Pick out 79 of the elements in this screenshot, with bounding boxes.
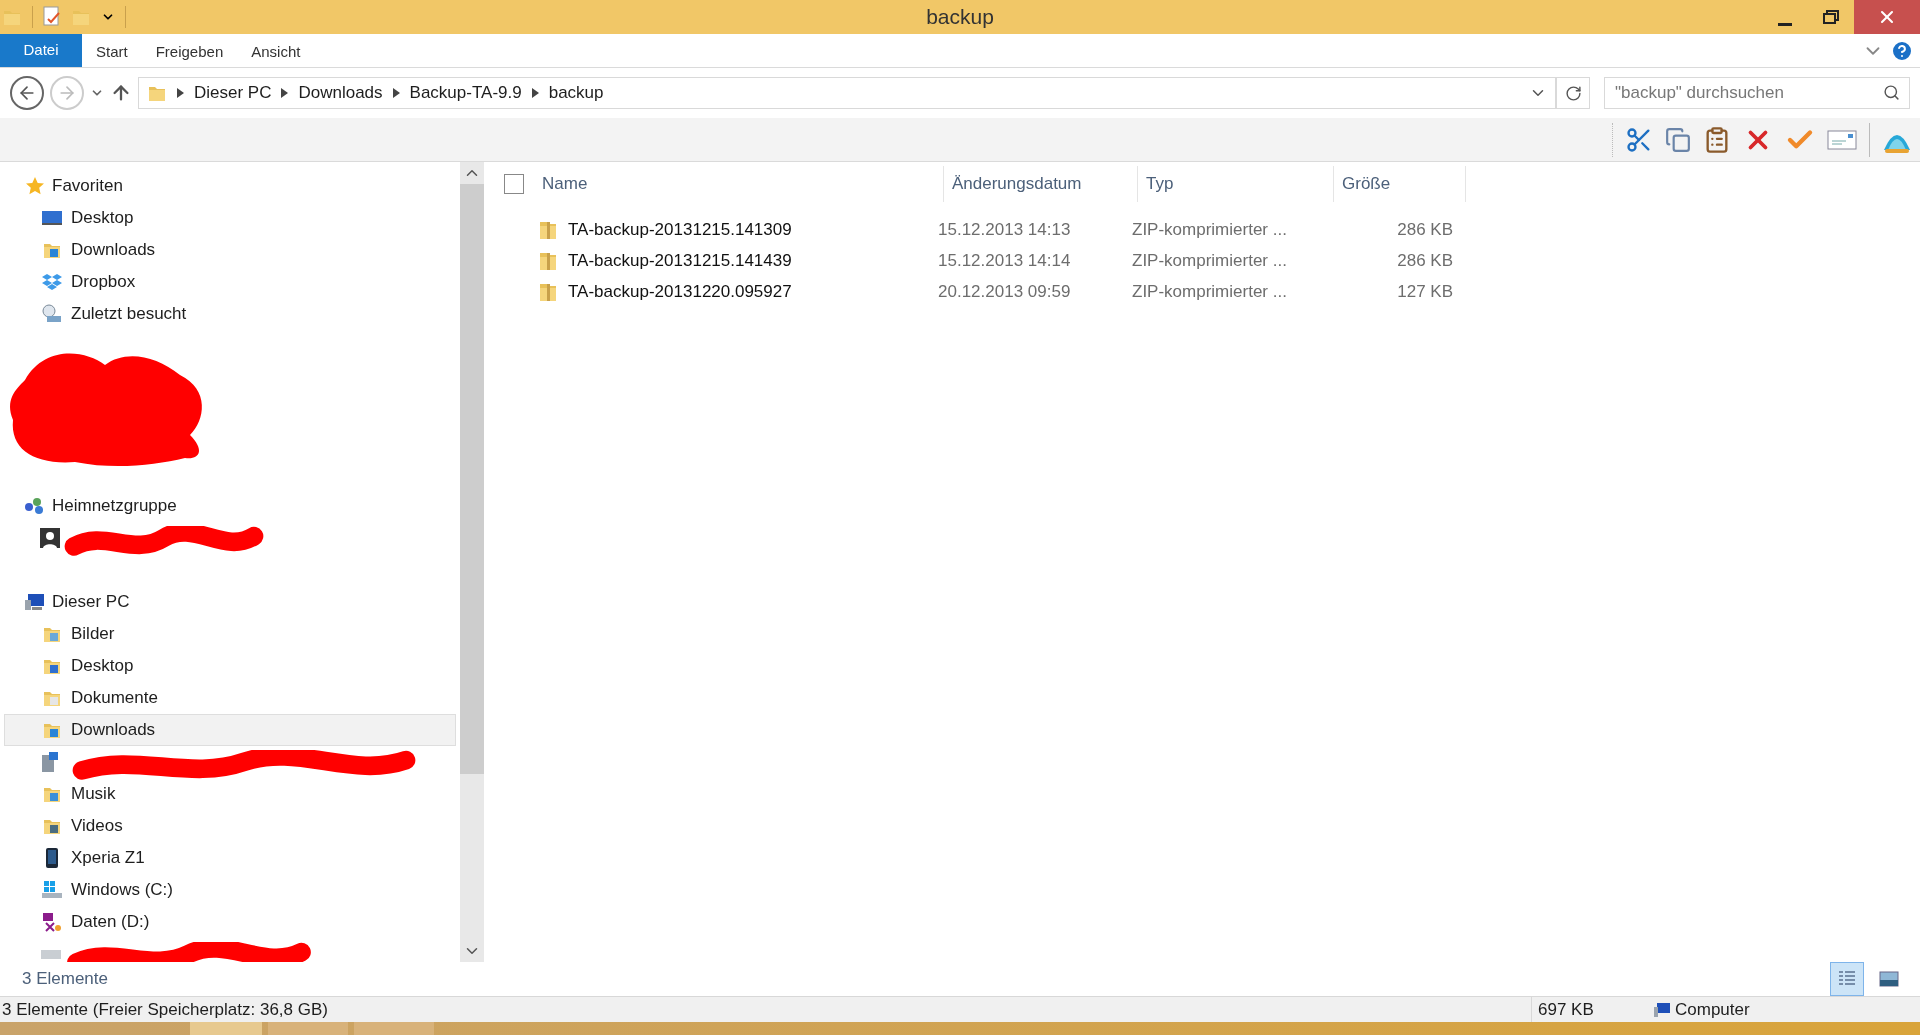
sidebar-item[interactable]: Videos: [4, 810, 456, 842]
recent-places-icon: [41, 304, 63, 324]
file-row[interactable]: TA-backup-20131215.141309 15.12.2013 14:13 ZIP-komprimierter ... 286 KB: [504, 214, 1920, 245]
copy-icon[interactable]: [1665, 126, 1691, 153]
date-cell-text: 20.12.2013 09:59: [938, 280, 1072, 303]
sidebar-item[interactable]: Downloads: [4, 714, 456, 746]
breadcrumb[interactable]: backup: [548, 80, 604, 106]
homegroup-icon: [24, 496, 46, 516]
file-row[interactable]: TA-backup-20131215.141439 15.12.2013 14:14 ZIP-komprimierter ... 286 KB: [504, 245, 1920, 276]
date-cell-text: 15.12.2013 14:14: [938, 249, 1072, 272]
sidebar-item[interactable]: Daten (D:): [4, 906, 456, 938]
sidebar-section[interactable]: Heimnetzgruppe: [0, 490, 460, 522]
sidebar-item[interactable]: Dokumente: [4, 682, 456, 714]
column-header[interactable]: Name: [534, 166, 944, 202]
dropbox-icon: [42, 272, 62, 292]
sidebar-item[interactable]: Desktop: [4, 650, 456, 682]
column-header[interactable]: Größe: [1334, 166, 1466, 202]
sidebar-item[interactable]: Musik: [4, 778, 456, 810]
window-title: backup: [926, 4, 994, 31]
file-name: TA-backup-20131215.141439: [568, 249, 792, 272]
sidebar-item[interactable]: Downloads: [4, 234, 456, 266]
envelope-icon[interactable]: [1827, 128, 1857, 151]
size-cell-text: 286 KB: [1396, 218, 1453, 241]
column-header[interactable]: Änderungsdatum: [944, 166, 1138, 202]
search-icon[interactable]: [1883, 84, 1900, 101]
status-location: Computer: [1675, 998, 1750, 1021]
separator-arrow-icon: [177, 88, 184, 98]
drive-icon: [40, 947, 62, 961]
address-bar[interactable]: Dieser PC Downloads Backup-TA-9.9 backup: [138, 77, 1556, 109]
column-header[interactable]: Typ: [1138, 166, 1334, 202]
file-name: TA-backup-20131215.141309: [568, 218, 792, 241]
library-icon: [40, 751, 60, 773]
type-cell-text: ZIP-komprimierter ...: [1132, 249, 1288, 272]
refresh-button[interactable]: [1556, 77, 1590, 109]
sidebar-section[interactable]: Dieser PC: [0, 586, 460, 618]
ribbon-tab[interactable]: Freigeben: [141, 34, 238, 67]
drive-icon: [41, 880, 63, 900]
type-cell-text: ZIP-komprimierter ...: [1132, 218, 1288, 241]
star-icon: [25, 176, 45, 196]
file-tab[interactable]: Datei: [0, 34, 82, 67]
search-field[interactable]: "backup" durchsuchen: [1604, 77, 1910, 109]
details-view-button[interactable]: [1830, 962, 1864, 996]
size-cell-text: 127 KB: [1396, 280, 1453, 303]
ribbon-tab[interactable]: Ansicht: [237, 34, 315, 67]
sidebar-item[interactable]: Desktop: [4, 202, 456, 234]
sidebar-item[interactable]: Dropbox: [4, 266, 456, 298]
file-row[interactable]: TA-backup-20131220.095927 20.12.2013 09:59 ZIP-komprimierter ... 127 KB: [504, 276, 1920, 307]
sidebar-item[interactable]: Xperia Z1: [4, 842, 456, 874]
tiles-image-icon: [1879, 971, 1899, 987]
computer-icon: [24, 592, 46, 612]
separator-arrow-icon: [531, 88, 539, 98]
sidebar-item[interactable]: Bilder: [4, 618, 456, 650]
desktop-icon: [41, 209, 63, 227]
select-all-checkbox[interactable]: [504, 174, 524, 194]
item-count: 3 Elemente: [22, 968, 108, 991]
minimize-icon: [1778, 23, 1792, 26]
date-cell-text: 15.12.2013 14:13: [938, 218, 1072, 241]
user-icon: [40, 528, 60, 548]
sidebar-item[interactable]: Windows (C:): [4, 874, 456, 906]
separator-arrow-icon: [281, 88, 289, 98]
refresh-icon: [1564, 84, 1582, 102]
sidebar-item[interactable]: Zuletzt besucht: [4, 298, 456, 330]
separator-arrow-icon: [392, 88, 400, 98]
size-cell-text: 286 KB: [1396, 249, 1453, 272]
computer-icon: [1653, 1001, 1671, 1018]
sidebar-section[interactable]: Favoriten: [0, 170, 460, 202]
status-text: 3 Elemente (Freier Speicherplatz: 36,8 GB): [1, 998, 329, 1021]
ribbon-tab[interactable]: Start: [82, 34, 142, 67]
phone-icon: [45, 847, 59, 869]
close-button[interactable]: [1854, 0, 1920, 34]
restore-icon: [1823, 10, 1839, 24]
file-name: TA-backup-20131220.095927: [568, 280, 792, 303]
breadcrumb[interactable]: Downloads: [298, 80, 383, 106]
type-cell-text: ZIP-komprimierter ...: [1132, 280, 1288, 303]
properties-icon: [43, 6, 61, 28]
breadcrumb[interactable]: Dieser PC: [194, 80, 272, 106]
drive-icon: [41, 911, 63, 933]
breadcrumb[interactable]: Backup-TA-9.9: [409, 80, 522, 106]
back-button[interactable]: [10, 76, 44, 110]
